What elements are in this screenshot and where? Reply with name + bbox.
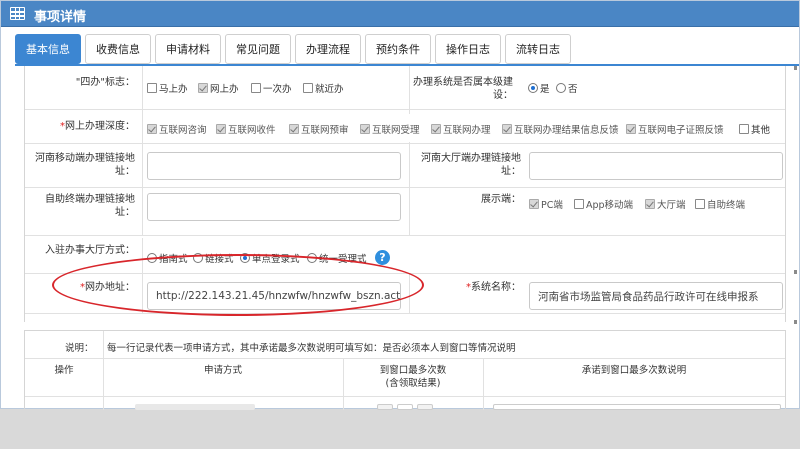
stepper-minus[interactable]	[377, 404, 393, 410]
header-max-visits-sub: (含领取结果)	[385, 378, 441, 389]
tab-faq[interactable]: 常见问题	[225, 34, 291, 64]
header-method: 申请方式	[203, 365, 242, 376]
table-header-row: 操作 申请方式 到窗口最多次数 (含领取结果) 承诺到窗口最多次数说明	[25, 359, 785, 410]
radio-guide-mode[interactable]: 指南式	[147, 251, 188, 265]
option-pc-end[interactable]: PC端	[529, 197, 563, 211]
selfservice-link-label: 自助终端办理链接地址：	[45, 194, 135, 218]
table-row-partial	[135, 404, 255, 410]
radio-own-system-no[interactable]: 否	[556, 81, 578, 95]
system-name-label: *系统名称：	[466, 282, 521, 293]
web-address-input[interactable]: http://222.143.21.45/hnzwfw/hnzwfw_bszn.…	[147, 282, 401, 310]
tab-circulation-log[interactable]: 流转日志	[505, 34, 571, 64]
row-selfservice: 自助终端办理链接地址： 展示端： PC端 App移动端 大厅端 自助终端	[25, 188, 785, 236]
tab-application-materials[interactable]: 申请材料	[155, 34, 221, 64]
web-address-label: *网办地址：	[80, 282, 135, 293]
row-web-address: *网办地址： http://222.143.21.45/hnzwfw/hnzwf…	[25, 274, 785, 314]
scroll-edge-mid	[794, 270, 797, 274]
option-internet-pre-review[interactable]: 互联网预审	[289, 122, 349, 136]
hall-link-input[interactable]	[529, 152, 783, 180]
display-end-label: 展示端：	[481, 194, 521, 205]
grid-icon	[10, 7, 25, 20]
header-max-visits: 到窗口最多次数	[379, 365, 447, 376]
option-hall-end[interactable]: 大厅端	[645, 197, 686, 211]
window-title: 事项详情	[34, 10, 87, 25]
option-internet-result-feedback[interactable]: 互联网办理结果信息反馈	[502, 122, 619, 136]
option-internet-consult[interactable]: 互联网咨询	[147, 122, 207, 136]
radio-sso-mode[interactable]: 单点登录式	[240, 251, 300, 265]
scroll-edge-top	[794, 66, 797, 70]
header-operation: 操作	[54, 365, 74, 376]
option-yiciban[interactable]: 一次办	[251, 81, 292, 95]
basic-info-form: "四办"标志： 马上办 网上办 一次办 就近办 办理系统是否属本级建设： 是 否…	[24, 66, 786, 322]
tab-appointment[interactable]: 预约条件	[365, 34, 431, 64]
system-name-input[interactable]: 河南省市场监管局食品药品行政许可在线申报系	[529, 282, 783, 310]
row-sibian: "四办"标志： 马上办 网上办 一次办 就近办 办理系统是否属本级建设： 是 否	[25, 66, 785, 110]
hall-link-label: 河南大厅端办理链接地址：	[421, 153, 521, 177]
option-jiujinban[interactable]: 就近办	[303, 81, 344, 95]
radio-link-mode[interactable]: 链接式	[193, 251, 234, 265]
own-system-label: 办理系统是否属本级建设：	[413, 77, 513, 101]
header-promise: 承诺到窗口最多次数说明	[581, 365, 687, 376]
row-hall-mode: 入驻办事大厅方式： 指南式 链接式 单点登录式 统一受理式 ?	[25, 238, 785, 274]
mobile-link-label: 河南移动端办理链接地址：	[35, 153, 135, 177]
application-methods-table: 说明： 每一行记录代表一项申请方式，其中承诺最多次数说明可填写如：是否必须本人到…	[24, 330, 786, 410]
row-links: 河南移动端办理链接地址： 河南大厅端办理链接地址：	[25, 144, 785, 188]
title-bar: 事项详情	[1, 1, 799, 27]
selfservice-link-input[interactable]	[147, 193, 401, 221]
radio-unified-accept-mode[interactable]: 统一受理式	[307, 251, 367, 265]
row-online-depth: *网上办理深度： 互联网咨询 互联网收件 互联网预审 互联网受理 互联网办理 互…	[25, 110, 785, 144]
option-other[interactable]: 其他	[739, 122, 770, 136]
option-internet-receive[interactable]: 互联网收件	[216, 122, 276, 136]
tab-bar: 基本信息 收费信息 申请材料 常见问题 办理流程 预约条件 操作日志 流转日志	[15, 34, 571, 64]
scroll-edge-low	[794, 320, 797, 324]
stepper-plus[interactable]	[417, 404, 433, 410]
option-internet-license-feedback[interactable]: 互联网电子证照反馈	[626, 122, 724, 136]
tab-process-flow[interactable]: 办理流程	[295, 34, 361, 64]
stepper-value[interactable]	[397, 404, 413, 410]
radio-own-system-yes[interactable]: 是	[528, 81, 550, 95]
option-wangshangban[interactable]: 网上办	[198, 81, 239, 95]
option-internet-handle[interactable]: 互联网办理	[431, 122, 491, 136]
online-depth-label: *网上办理深度：	[60, 121, 135, 132]
option-app-end[interactable]: App移动端	[574, 197, 633, 211]
tab-operation-log[interactable]: 操作日志	[435, 34, 501, 64]
sibian-label: "四办"标志：	[75, 77, 135, 88]
promise-input[interactable]	[493, 404, 781, 410]
option-internet-accept[interactable]: 互联网受理	[360, 122, 420, 136]
notes-row: 说明： 每一行记录代表一项申请方式，其中承诺最多次数说明可填写如：是否必须本人到…	[25, 331, 785, 359]
help-icon[interactable]: ?	[375, 250, 390, 265]
hall-mode-label: 入驻办事大厅方式：	[45, 245, 135, 256]
notes-text: 每一行记录代表一项申请方式，其中承诺最多次数说明可填写如：是否必须本人到窗口等情…	[107, 343, 516, 354]
notes-label: 说明：	[65, 343, 94, 354]
tab-basic-info[interactable]: 基本信息	[15, 34, 81, 64]
mobile-link-input[interactable]	[147, 152, 401, 180]
option-selfservice-end[interactable]: 自助终端	[695, 197, 745, 211]
option-mashangban[interactable]: 马上办	[147, 81, 188, 95]
tab-fee-info[interactable]: 收费信息	[85, 34, 151, 64]
